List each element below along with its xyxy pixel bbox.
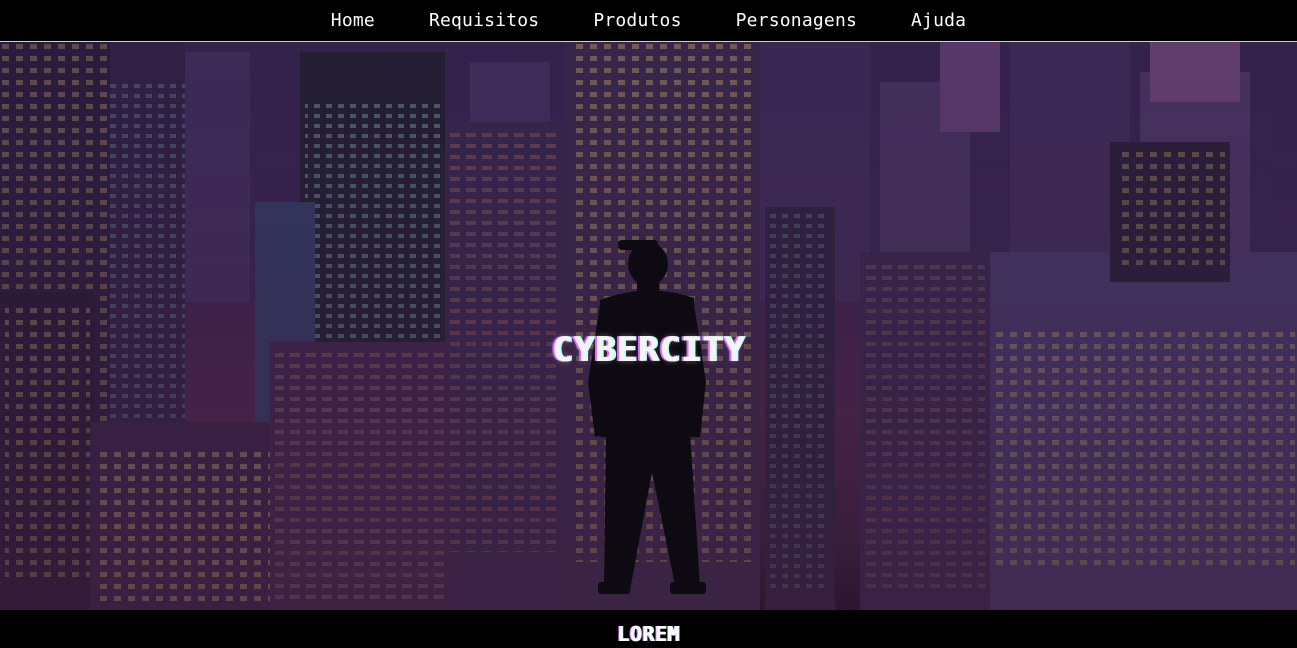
section-heading: LOREM	[617, 622, 680, 646]
nav-link-home[interactable]: Home	[331, 10, 375, 31]
nav-link-ajuda[interactable]: Ajuda	[911, 10, 966, 31]
nav-link-produtos[interactable]: Produtos	[593, 10, 681, 31]
top-navbar: Home Requisitos Produtos Personagens Aju…	[0, 0, 1297, 42]
hero-title: CYBERCITY	[551, 330, 746, 370]
nav-link-personagens[interactable]: Personagens	[736, 10, 857, 31]
hero-banner: CYBERCITY	[0, 42, 1297, 610]
nav-link-requisitos[interactable]: Requisitos	[429, 10, 539, 31]
hero-background-image	[0, 42, 1297, 610]
